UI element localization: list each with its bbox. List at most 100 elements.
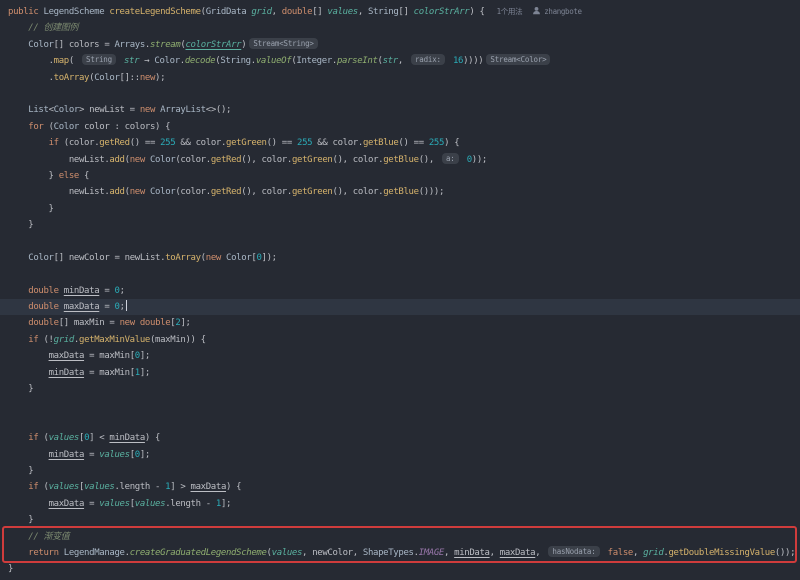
code-line[interactable]: Color[] newColor = newList.toArray(new C… xyxy=(0,250,800,266)
token: , xyxy=(398,56,408,66)
token: Color xyxy=(28,40,53,50)
code-line[interactable]: .toArray(Color[]::new); xyxy=(0,70,800,86)
token: if xyxy=(28,335,38,345)
code-line[interactable]: } xyxy=(0,201,800,217)
token xyxy=(8,450,49,460)
token: ] > xyxy=(170,482,190,492)
token: new xyxy=(120,318,135,328)
code-line[interactable]: } xyxy=(0,561,800,577)
code-line[interactable]: newList.add(new Color(color.getRed(), co… xyxy=(0,152,800,168)
inlay-hint-chip: hasNodata: xyxy=(548,546,599,557)
code-line[interactable] xyxy=(0,233,800,249)
user-icon xyxy=(532,7,544,16)
usages-inlay[interactable]: 1个用法 xyxy=(497,7,523,16)
token: : xyxy=(109,122,124,132)
code-line[interactable]: double minData = 0; xyxy=(0,283,800,299)
code-line[interactable] xyxy=(0,86,800,102)
code-line[interactable]: if (values[values.length - 1] > maxData)… xyxy=(0,479,800,495)
code-line[interactable]: if (!grid.getMaxMinValue(maxMin)) { xyxy=(0,332,800,348)
code-line[interactable]: maxData = maxMin[0]; xyxy=(0,348,800,364)
code-line[interactable]: } xyxy=(0,217,800,233)
code-line[interactable]: if (values[0] < minData) { xyxy=(0,430,800,446)
token: && xyxy=(312,138,332,148)
code-line[interactable]: Color[] colors = Arrays.stream(colorStrA… xyxy=(0,37,800,53)
token xyxy=(8,105,28,115)
token: } xyxy=(8,171,59,181)
token xyxy=(8,253,28,263)
code-line[interactable]: // 创建图例 xyxy=(0,20,800,36)
inlay-hint-chip: a: xyxy=(442,153,459,164)
token xyxy=(8,122,28,132)
code-line[interactable]: return LegendManage.createGraduatedLegen… xyxy=(0,545,800,561)
code-line[interactable]: } xyxy=(0,512,800,528)
token xyxy=(8,187,69,197)
code-editor[interactable]: public LegendScheme createLegendScheme(G… xyxy=(0,0,800,580)
token: colors xyxy=(69,40,99,50)
token: getRed xyxy=(211,155,241,165)
code-line[interactable]: // 渐变值 xyxy=(0,529,800,545)
token: colors xyxy=(125,122,155,132)
code-line[interactable]: } xyxy=(0,463,800,479)
code-line[interactable]: double maxData = 0; xyxy=(0,299,800,315)
token: , xyxy=(535,548,545,558)
token: map xyxy=(54,56,69,66)
code-line[interactable] xyxy=(0,397,800,413)
token: getDoubleMissingValue xyxy=(668,548,774,558)
code-line[interactable]: if (color.getRed() == 255 && color.getGr… xyxy=(0,135,800,151)
token: maxMin xyxy=(155,335,185,345)
token: if xyxy=(28,433,38,443)
token: str xyxy=(124,56,139,66)
token: () == xyxy=(130,138,160,148)
code-line[interactable]: minData = maxMin[1]; xyxy=(0,365,800,381)
code-line[interactable] xyxy=(0,414,800,430)
code-line[interactable]: .map( String str → Color.decode(String.v… xyxy=(0,53,800,69)
token: , xyxy=(353,548,363,558)
token: ]; xyxy=(140,450,150,460)
token xyxy=(8,368,49,378)
code-line[interactable]: double[] maxMin = new double[2]; xyxy=(0,315,800,331)
token xyxy=(8,56,49,66)
token: <>(); xyxy=(206,105,231,115)
code-line[interactable]: maxData = values[values.length - 1]; xyxy=(0,496,800,512)
token: IMAGE xyxy=(419,548,444,558)
token: Color xyxy=(54,122,79,132)
token: getBlue xyxy=(383,155,418,165)
author-inlay[interactable]: zhangbote xyxy=(532,7,582,16)
code-line[interactable]: } xyxy=(0,381,800,397)
token: ( xyxy=(44,122,54,132)
token: ( xyxy=(38,433,48,443)
code-line[interactable]: public LegendScheme createLegendScheme(G… xyxy=(0,4,800,20)
token: values xyxy=(135,499,165,509)
token: values xyxy=(49,482,79,492)
token: .length - xyxy=(114,482,165,492)
token: values xyxy=(99,499,129,509)
token xyxy=(8,532,28,542)
token: colorStrArr xyxy=(185,40,241,50)
token: new xyxy=(140,73,155,83)
code-line[interactable]: newList.add(new Color(color.getRed(), co… xyxy=(0,184,800,200)
token: GridData xyxy=(206,7,247,17)
token: ) { xyxy=(145,433,160,443)
token: ]; xyxy=(140,351,150,361)
code-area: public LegendScheme createLegendScheme(G… xyxy=(0,4,800,578)
code-line[interactable]: for (Color color : colors) { xyxy=(0,119,800,135)
token: newList xyxy=(69,187,104,197)
token: , xyxy=(444,548,454,558)
token: ( xyxy=(38,482,48,492)
token: [] xyxy=(398,7,413,17)
token: ; xyxy=(120,302,125,312)
token: else xyxy=(59,171,79,181)
token: createGraduatedLegendScheme xyxy=(130,548,267,558)
code-line[interactable]: minData = values[0]; xyxy=(0,447,800,463)
code-line[interactable] xyxy=(0,266,800,282)
token: [] xyxy=(54,253,69,263)
code-line[interactable]: } else { xyxy=(0,168,800,184)
token: double xyxy=(140,318,170,328)
code-line[interactable]: List<Color> newList = new ArrayList<>(); xyxy=(0,102,800,118)
token: color xyxy=(262,187,287,197)
token: Color xyxy=(28,253,53,263)
token: = xyxy=(84,499,99,509)
token: grid xyxy=(643,548,663,558)
token: newList xyxy=(125,253,160,263)
token: // 创建图例 xyxy=(28,23,78,33)
